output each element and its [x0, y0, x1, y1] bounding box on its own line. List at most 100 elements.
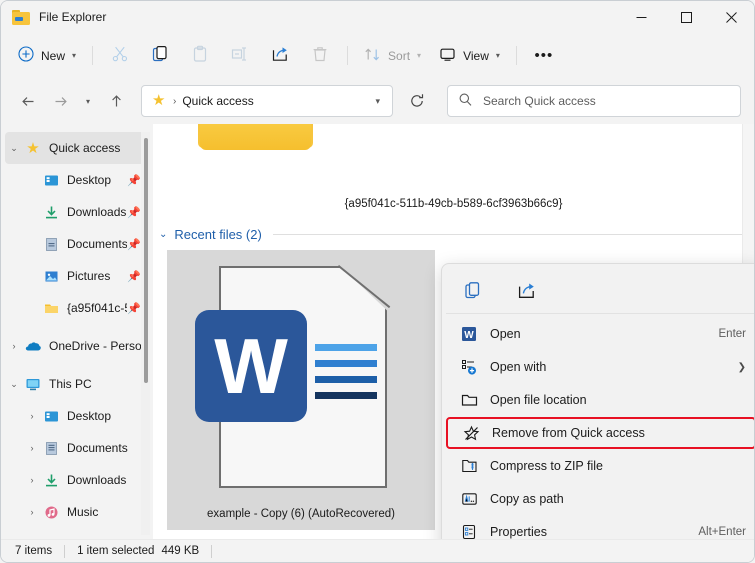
chevron-down-icon[interactable]: ⌄ [159, 229, 167, 240]
recent-locations-button[interactable]: ▾ [77, 86, 99, 116]
pictures-icon [41, 269, 61, 284]
chevron-down-icon: ▾ [85, 96, 90, 106]
paste-button[interactable] [180, 41, 220, 71]
breadcrumb: Quick access [182, 94, 254, 108]
back-button[interactable] [13, 86, 43, 116]
sidebar-item-thispc-downloads[interactable]: › Downloads [5, 464, 147, 496]
status-divider [64, 544, 66, 558]
search-box[interactable]: Search Quick access [447, 85, 741, 117]
sidebar-item-onedrive[interactable]: › OneDrive - Perso [5, 330, 147, 362]
file-explorer-window: File Explorer New ▾ Sort ▾ View ▾ ••• ▾ … [0, 0, 755, 563]
chevron-right-icon[interactable]: ❯ [738, 362, 746, 373]
sidebar-scrollbar-thumb[interactable] [144, 138, 148, 383]
folder-thumbnail[interactable] [198, 124, 313, 156]
context-menu-item-compress-zip[interactable]: Compress to ZIP file [446, 450, 754, 482]
scissors-icon [111, 45, 129, 66]
folder-icon [458, 392, 480, 408]
cut-button[interactable] [100, 41, 140, 71]
sidebar-item-documents[interactable]: Documents 📌 [5, 228, 147, 260]
search-input[interactable]: Search Quick access [483, 94, 596, 108]
sidebar-item-label: This PC [49, 377, 92, 391]
address-bar[interactable]: ★ › Quick access ▾ [141, 85, 393, 117]
desktop-icon [41, 409, 61, 424]
sort-button[interactable]: Sort ▾ [355, 41, 430, 71]
up-button[interactable] [101, 86, 131, 116]
chevron-right-icon[interactable]: › [5, 341, 23, 351]
breadcrumb-separator: › [173, 95, 177, 107]
close-button[interactable] [709, 1, 754, 33]
documents-icon [41, 441, 61, 456]
see-more-button[interactable]: ••• [524, 41, 564, 71]
pin-icon[interactable]: 📌 [127, 302, 141, 315]
status-item-count: 7 items [15, 545, 53, 557]
app-folder-icon [12, 9, 30, 25]
recent-files-section-header[interactable]: ⌄ Recent files (2) [159, 227, 742, 242]
downloads-icon [41, 205, 61, 220]
new-button[interactable]: New ▾ [9, 41, 85, 71]
view-button[interactable]: View ▾ [430, 41, 509, 71]
chevron-right-icon[interactable]: › [23, 475, 41, 485]
refresh-button[interactable] [403, 86, 431, 116]
star-icon: ★ [26, 140, 40, 157]
chevron-down-icon: ▾ [72, 51, 77, 60]
chevron-down-icon[interactable]: ⌄ [5, 379, 23, 390]
chevron-right-icon[interactable]: › [23, 411, 41, 421]
chevron-down-icon[interactable]: ▾ [369, 96, 386, 107]
documents-icon [41, 237, 61, 252]
context-menu-quick-actions [442, 270, 754, 310]
sidebar-item-downloads[interactable]: Downloads 📌 [5, 196, 147, 228]
zip-icon [458, 458, 480, 474]
pin-icon[interactable]: 📌 [127, 206, 141, 219]
word-badge-icon: W [195, 310, 307, 422]
maximize-button[interactable] [664, 1, 709, 33]
command-toolbar: New ▾ Sort ▾ View ▾ ••• [1, 33, 754, 78]
star-icon: ★ [152, 92, 166, 109]
share-icon[interactable] [510, 274, 542, 306]
minimize-button[interactable] [619, 1, 664, 33]
word-icon: W [458, 326, 480, 342]
context-menu-item-label: Properties [490, 525, 547, 539]
pin-icon[interactable]: 📌 [127, 238, 141, 251]
address-row: ▾ ★ › Quick access ▾ Search Quick access [1, 78, 754, 124]
delete-button[interactable] [300, 41, 340, 71]
paste-icon [191, 45, 209, 66]
context-menu-item-remove-from-quick-access[interactable]: Remove from Quick access [446, 417, 754, 449]
sidebar-item-guid-folder[interactable]: {a95f041c-51 📌 [5, 292, 147, 324]
copy-icon[interactable] [456, 274, 488, 306]
sidebar-item-desktop[interactable]: Desktop 📌 [5, 164, 147, 196]
share-icon [271, 45, 289, 66]
pin-icon[interactable]: 📌 [127, 174, 141, 187]
pin-icon[interactable]: 📌 [127, 270, 141, 283]
sidebar-item-label: Music [67, 505, 99, 519]
forward-button[interactable] [45, 86, 75, 116]
toolbar-divider [92, 46, 94, 65]
sidebar-item-this-pc[interactable]: ⌄ This PC [5, 368, 147, 400]
context-menu-item-accel: Enter [718, 328, 747, 340]
copy-button[interactable] [140, 41, 180, 71]
sidebar-item-quick-access[interactable]: ⌄ ★ Quick access [5, 132, 147, 164]
context-menu-item-copy-as-path[interactable]: Copy as path [446, 483, 754, 515]
context-menu-item-open-file-location[interactable]: Open file location [446, 384, 754, 416]
sidebar-item-label: OneDrive - Perso [49, 339, 141, 353]
sidebar-item-pictures[interactable]: Pictures 📌 [5, 260, 147, 292]
window-title: File Explorer [39, 10, 107, 24]
sidebar-item-thispc-desktop[interactable]: › Desktop [5, 400, 147, 432]
sidebar-item-thispc-documents[interactable]: › Documents [5, 432, 147, 464]
sort-button-label: Sort [388, 48, 411, 63]
chevron-right-icon[interactable]: › [23, 507, 41, 517]
context-menu-item-label: Open with [490, 360, 547, 374]
rename-button[interactable] [220, 41, 260, 71]
share-button[interactable] [260, 41, 300, 71]
open-with-icon [458, 359, 480, 375]
context-menu-item-open-with[interactable]: Open with ❯ [446, 351, 754, 383]
chevron-right-icon[interactable]: › [23, 443, 41, 453]
chevron-down-icon[interactable]: ⌄ [5, 143, 23, 154]
file-item-label: example - Copy (6) (AutoRecovered) [207, 508, 395, 520]
search-icon [458, 92, 473, 110]
context-menu-item-open[interactable]: W Open Enter [446, 318, 754, 350]
downloads-icon [41, 473, 61, 488]
sidebar-item-thispc-music[interactable]: › Music [5, 496, 147, 528]
toolbar-divider-2 [347, 46, 349, 65]
doc-text-line [315, 344, 377, 351]
file-item-selected[interactable]: W example - Copy (6) (AutoRecovered) [167, 250, 435, 530]
